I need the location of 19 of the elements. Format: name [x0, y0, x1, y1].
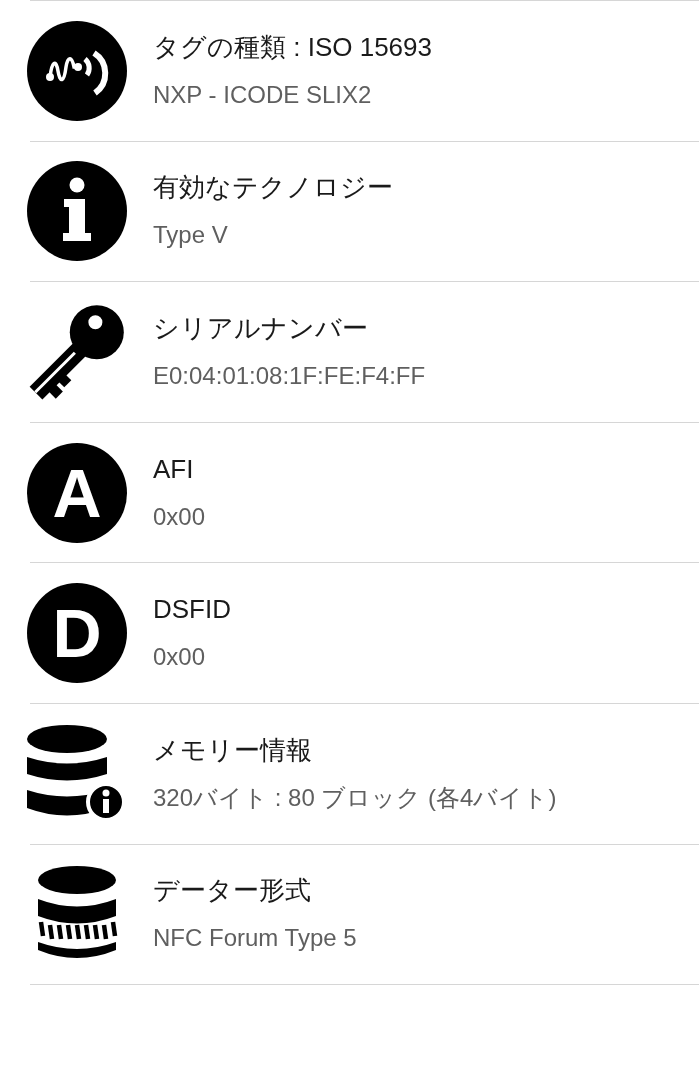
item-value: 320バイト : 80 ブロック (各4バイト) [153, 782, 557, 813]
item-value: 0x00 [153, 501, 206, 532]
item-value: Type V [153, 220, 228, 251]
signal-wave-icon [27, 20, 127, 121]
letter-badge: D [27, 583, 127, 684]
item-title: データー形式 [153, 874, 311, 907]
item-title: DSFID [153, 593, 231, 626]
info-icon [27, 161, 127, 262]
item-title: メモリー情報 [153, 733, 312, 766]
key-icon [27, 302, 127, 402]
item-title: 有効なテクノロジー [153, 171, 393, 204]
item-title: シリアルナンバー [153, 312, 368, 344]
item-value: E0:04:01:08:1F:FE:F4:FF [153, 361, 426, 391]
letter-badge: A [27, 442, 127, 543]
item-title: タグの種類 : ISO 15693 [153, 30, 432, 63]
item-value: NXP - ICODE SLIX2 [153, 79, 372, 110]
item-value: NFC Forum Type 5 [153, 923, 357, 954]
item-value: 0x00 [153, 642, 206, 673]
item-title: AFI [153, 452, 194, 485]
